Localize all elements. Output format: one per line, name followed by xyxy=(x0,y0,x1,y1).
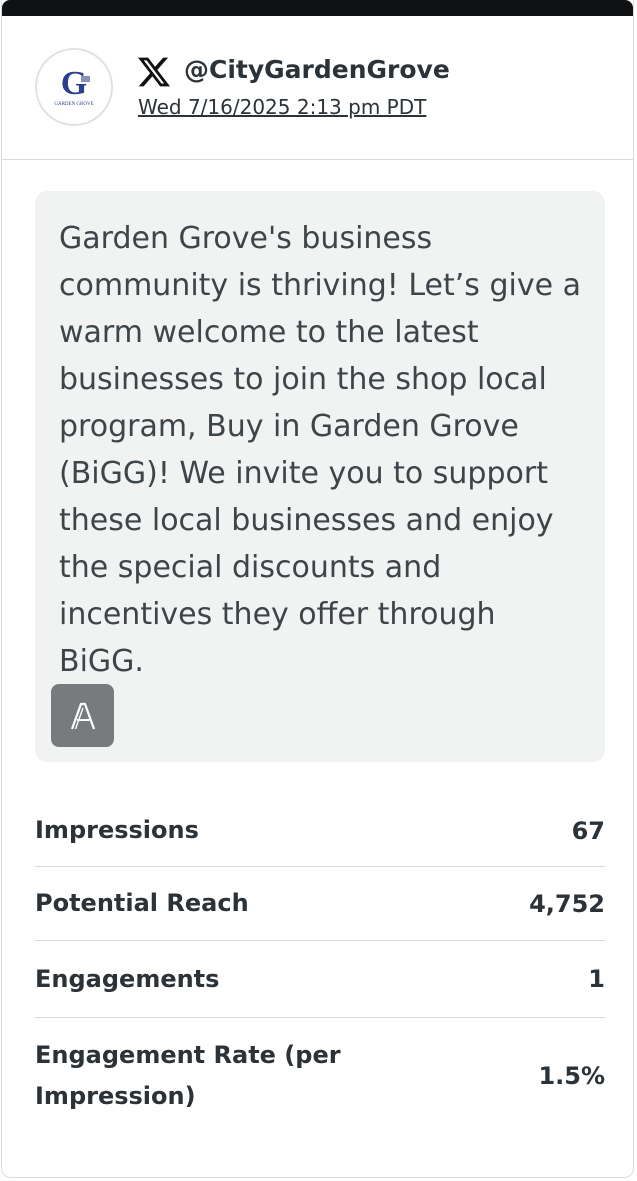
svg-text:G: G xyxy=(61,65,87,102)
metric-value: 67 xyxy=(571,816,605,845)
post-timestamp-link[interactable]: Wed 7/16/2025 2:13 pm PDT xyxy=(138,94,426,120)
metric-label: Engagements xyxy=(35,964,220,993)
metric-label: Engagement Rate (per Impression) xyxy=(35,1041,341,1110)
metric-row-engagement-rate: Engagement Rate (per Impression) 1.5% xyxy=(35,1018,605,1134)
top-accent-bar xyxy=(2,0,633,16)
svg-text:GARDEN GROVE: GARDEN GROVE xyxy=(54,102,93,107)
metric-label: Potential Reach xyxy=(35,889,249,917)
metric-value: 4,752 xyxy=(529,889,605,918)
avatar[interactable]: G GARDEN GROVE xyxy=(35,48,113,126)
x-logo-icon xyxy=(138,57,170,87)
metric-row-engagements: Engagements 1 xyxy=(35,941,605,1018)
metric-value: 1.5% xyxy=(538,1062,605,1090)
metric-row-potential-reach: Potential Reach 4,752 xyxy=(35,867,605,941)
post-card: G GARDEN GROVE @CityGardenGrove Wed 7/16… xyxy=(1,0,634,1178)
translate-button[interactable] xyxy=(51,684,114,747)
metric-value: 1 xyxy=(588,965,605,993)
message-text: Garden Grove's business community is thr… xyxy=(59,221,581,679)
garden-grove-logo-icon: G GARDEN GROVE xyxy=(42,55,106,119)
metrics-table: Impressions 67 Potential Reach 4,752 Eng… xyxy=(35,795,605,1134)
metric-row-impressions: Impressions 67 xyxy=(35,795,605,867)
account-handle[interactable]: @CityGardenGrove xyxy=(184,54,450,86)
metric-label: Impressions xyxy=(35,816,199,844)
translate-icon xyxy=(70,702,95,729)
message-box: Garden Grove's business community is thr… xyxy=(35,191,605,762)
post-header: G GARDEN GROVE @CityGardenGrove Wed 7/16… xyxy=(2,16,633,160)
